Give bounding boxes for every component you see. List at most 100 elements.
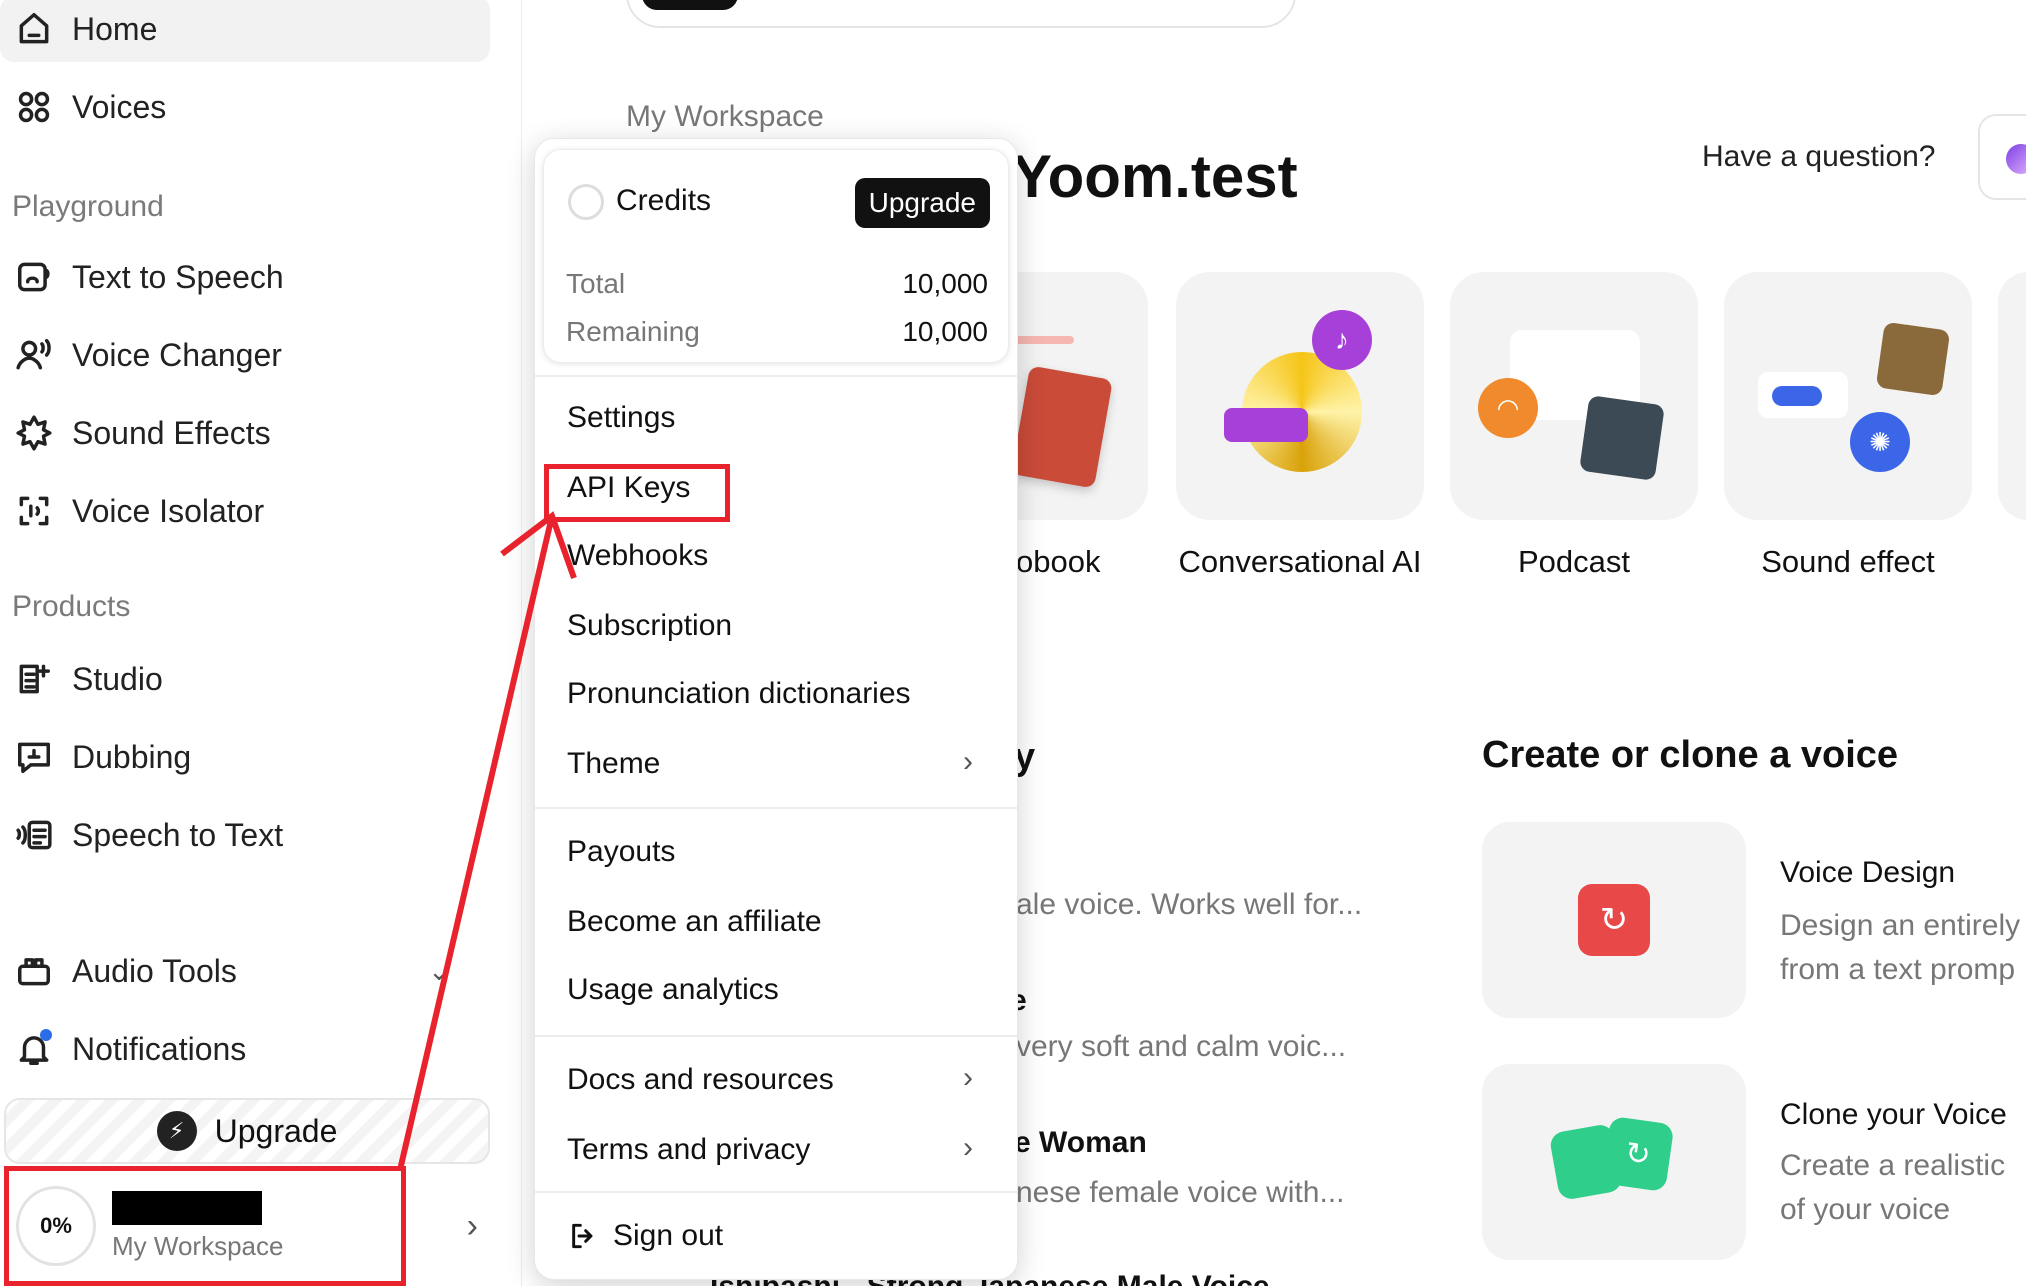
sidebar-item-dubbing[interactable]: Dubbing [0,724,490,790]
sign-out-icon [567,1220,599,1252]
conversational-ai-card[interactable]: ♪ [1176,272,1424,520]
assistant-orb-icon [2006,144,2026,174]
microphone-badge-icon: ♪ [1312,310,1372,370]
menu-item-webhooks[interactable]: Webhooks [567,539,708,573]
sidebar-item-voice-isolator[interactable]: Voice Isolator [0,478,490,544]
sidebar-item-speech-to-text[interactable]: Speech to Text [0,802,490,868]
dubbing-icon [14,737,54,777]
sidebar-item-voice-changer[interactable]: Voice Changer [0,322,490,388]
assistant-button[interactable] [1978,114,2026,200]
sidebar-item-voices[interactable]: Voices [0,74,490,140]
voice-design-icon: ↻ [1578,884,1650,956]
card-label-audiobook: obook [1016,544,1101,579]
credits-total-label: Total [566,268,626,299]
book-cover-icon [1011,365,1113,489]
upgrade-label: Upgrade [214,1112,338,1149]
chevron-right-icon: › [963,745,973,778]
menu-item-docs-resources[interactable]: Docs and resources [567,1063,834,1097]
voices-grid-icon [14,87,54,127]
menu-item-usage-analytics[interactable]: Usage analytics [567,973,779,1007]
clone-voice-title[interactable]: Clone your Voice [1780,1098,2007,1132]
menu-item-become-affiliate[interactable]: Become an affiliate [567,905,822,939]
credits-remaining-row: Remaining 10,000 [566,316,988,348]
sidebar-item-label: Dubbing [72,738,192,775]
clone-voice-card[interactable]: ↻ [1482,1064,1746,1260]
sign-out-label: Sign out [613,1219,724,1252]
home-icon [14,9,54,49]
lightning-icon: ⚡ [156,1111,197,1151]
sidebar: Home Voices Playground Text to Speech Vo… [0,0,522,1286]
sidebar-item-label: Sound Effects [72,414,271,451]
voice-isolator-icon [14,491,54,531]
sound-effect-card[interactable]: ✺ [1724,272,1972,520]
section-title-playground: Playground [12,190,164,223]
sidebar-item-label: Studio [72,660,163,697]
voice-design-title[interactable]: Voice Design [1780,856,1955,890]
menu-item-theme[interactable]: Theme [567,747,660,781]
voice-desc-2: very soft and calm voic... [1016,1030,1347,1063]
voice-desc-1: ale voice. Works well for... [1016,888,1363,921]
sidebar-item-sound-effects[interactable]: Sound Effects [0,400,490,466]
chevron-right-icon: › [466,1206,478,1245]
chevron-right-icon: › [963,1131,973,1164]
credits-panel: Credits Upgrade Total 10,000 Remaining 1… [543,149,1009,363]
highlight-api-keys [544,464,730,522]
voice-design-desc-2: from a text promp [1780,953,2016,986]
top-search-pill[interactable] [626,0,1296,28]
account-dropdown-menu: Credits Upgrade Total 10,000 Remaining 1… [534,138,1018,1280]
voice-design-desc-1: Design an entirely [1780,909,2021,942]
voice-name-3[interactable]: e Woman [1014,1126,1147,1160]
next-card-partial[interactable] [1998,272,2026,520]
bell-icon [14,1029,54,1069]
sound-effects-icon [14,413,54,453]
credits-total-row: Total 10,000 [566,268,988,300]
voice-changer-icon [14,335,54,375]
menu-item-subscription[interactable]: Subscription [567,609,732,643]
podcast-cover-icon [1579,395,1665,481]
headphones-badge-icon: ◠ [1478,378,1538,438]
waveform-badge-icon [1224,408,1308,442]
credits-remaining-value: 10,000 [902,316,988,347]
sidebar-item-label: Notifications [72,1030,247,1067]
pill-badge [642,0,738,10]
sidebar-item-label: Home [72,10,158,47]
menu-item-payouts[interactable]: Payouts [567,835,675,869]
sidebar-upgrade-button[interactable]: ⚡ Upgrade [4,1098,490,1164]
chevron-right-icon: › [963,1061,973,1094]
credits-total-value: 10,000 [902,268,988,299]
animal-photo-icon [1875,321,1951,397]
menu-item-sign-out[interactable]: Sign out [567,1219,723,1253]
clone-voice-icon-front: ↻ [1601,1115,1675,1193]
toggle-pill-decor [1772,386,1822,406]
credits-title: Credits [616,184,712,217]
have-question-link[interactable]: Have a question? [1702,140,1936,174]
sidebar-item-studio[interactable]: Studio [0,646,490,712]
card-label-sound-effect: Sound effect [1761,544,1935,579]
sidebar-item-notifications[interactable]: Notifications [0,1016,490,1082]
menu-item-terms-privacy[interactable]: Terms and privacy [567,1133,810,1167]
menu-divider [535,807,1017,809]
sidebar-item-text-to-speech[interactable]: Text to Speech [0,244,490,310]
sidebar-item-audio-tools[interactable]: Audio Tools ⌄ [0,938,490,1004]
notification-dot [40,1029,52,1041]
sidebar-item-label: Voice Isolator [72,492,265,529]
sidebar-item-label: Speech to Text [72,816,284,853]
card-label-podcast: Podcast [1517,544,1630,579]
sidebar-item-label: Text to Speech [72,258,284,295]
menu-item-settings[interactable]: Settings [567,401,675,435]
menu-divider [535,1191,1017,1193]
sparkle-badge-icon: ✺ [1850,412,1910,472]
voice-design-card[interactable]: ↻ [1482,822,1746,1018]
chevron-down-icon[interactable]: ⌄ [428,956,450,987]
card-label-conversational-ai: Conversational AI [1178,544,1422,579]
highlight-account [4,1166,406,1286]
sidebar-item-home[interactable]: Home [0,0,490,62]
menu-item-pronunciation-dictionaries[interactable]: Pronunciation dictionaries [567,677,911,711]
page-title: Yoom.test [1012,143,1298,210]
menu-upgrade-button[interactable]: Upgrade [854,178,990,228]
menu-divider [535,1035,1017,1037]
podcast-card[interactable]: ◠ [1450,272,1698,520]
workspace-label: My Workspace [626,100,824,133]
clone-voice-desc-2: of your voice [1780,1193,1951,1226]
speech-to-text-icon [14,815,54,855]
